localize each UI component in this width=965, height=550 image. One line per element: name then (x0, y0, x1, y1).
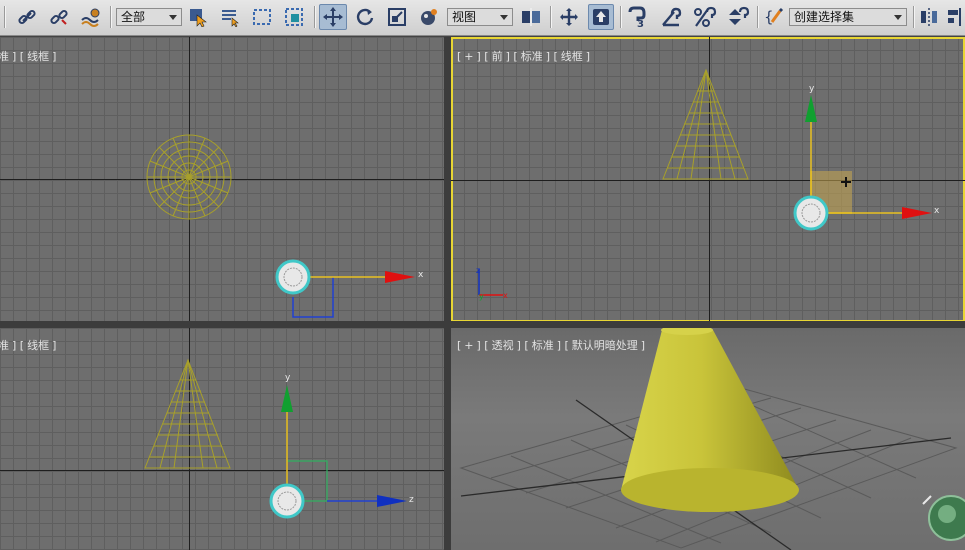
viewport-perspective[interactable]: [+] [透视] [标准] [默认明暗处理] (451, 328, 965, 550)
reference-coord-dropdown[interactable]: 视图 (447, 8, 513, 26)
reference-coord-value: 视图 (452, 10, 477, 24)
keyboard-shortcut-override-icon[interactable] (588, 4, 614, 30)
svg-text:{: { (764, 8, 774, 26)
manipulate-icon[interactable] (555, 5, 583, 29)
viewcube-nav (922, 495, 965, 541)
transform-gizmo-left (269, 385, 407, 519)
rect-region-icon[interactable] (250, 5, 274, 29)
selection-filter-dropdown[interactable]: 全部 (116, 8, 182, 26)
front-view-overlay: y x z y x (476, 68, 940, 301)
cone-wireframe-top (146, 134, 232, 220)
selection-filter-value: 全部 (121, 10, 146, 24)
viewport-left[interactable]: 准] [线框] y z (0, 328, 444, 550)
select-by-name-icon[interactable] (218, 5, 242, 29)
top-view-overlay: x (146, 134, 424, 318)
main-toolbar: 全部 视图 3 {创建选择集 (0, 0, 965, 36)
chevron-down-icon (169, 15, 177, 20)
left-view-overlay: y z (144, 358, 414, 519)
perspective-overlay (459, 328, 965, 550)
window-crossing-icon[interactable] (282, 5, 306, 29)
toolbar-separator (757, 6, 759, 28)
edit-named-sets-icon[interactable]: { (762, 5, 788, 29)
viewport-top[interactable]: 准] [线框] x (0, 37, 444, 321)
axis-label-y: y (809, 84, 815, 94)
mirror-icon[interactable] (918, 5, 940, 29)
move-icon[interactable] (319, 4, 347, 30)
cone-wireframe-left (144, 358, 231, 469)
named-selection-value: 创建选择集 (794, 10, 855, 24)
toolbar-separator (550, 6, 552, 28)
axis-label-x: x (418, 270, 424, 280)
link-icon[interactable] (14, 5, 40, 29)
toolbar-separator (4, 6, 6, 28)
align-icon[interactable] (944, 5, 964, 29)
percent-snap-icon[interactable] (691, 5, 719, 29)
snap-3d-icon[interactable]: 3 (625, 5, 653, 29)
svg-text:z: z (476, 266, 480, 275)
viewport-front[interactable]: [+] [前] [标准] [线框] y x z y x (451, 37, 965, 322)
material-icon[interactable] (416, 5, 442, 29)
toolbar-separator (110, 6, 112, 28)
svg-text:x: x (503, 291, 508, 300)
named-selection-dropdown[interactable]: 创建选择集 (789, 8, 907, 26)
rotate-icon[interactable] (352, 5, 378, 29)
transform-gizmo-top (275, 259, 415, 318)
toolbar-separator (913, 6, 915, 28)
axis-label-z: z (409, 495, 414, 505)
chevron-down-icon (500, 15, 508, 20)
toolbar-separator (620, 6, 622, 28)
pivot-icon[interactable] (518, 5, 544, 29)
select-object-icon[interactable] (186, 5, 210, 29)
scale-icon[interactable] (384, 5, 410, 29)
svg-text:3: 3 (637, 19, 644, 28)
cone-wireframe-front (662, 68, 749, 180)
viewport-divider-horizontal[interactable] (0, 321, 965, 328)
cone-shaded (621, 328, 799, 512)
transform-gizmo-front (793, 95, 932, 231)
world-axis-tripod: z y x (476, 266, 508, 301)
viewport-divider-vertical[interactable] (444, 37, 451, 550)
angle-snap-icon[interactable] (658, 5, 686, 29)
spinner-snap-icon[interactable] (724, 5, 752, 29)
toolbar-separator (314, 6, 316, 28)
axis-label-y: y (285, 373, 291, 383)
chevron-down-icon (894, 15, 902, 20)
axis-label-x: x (934, 206, 940, 216)
bind-spacewarp-icon[interactable] (78, 5, 104, 29)
svg-text:y: y (479, 292, 484, 301)
unlink-icon[interactable] (46, 5, 72, 29)
